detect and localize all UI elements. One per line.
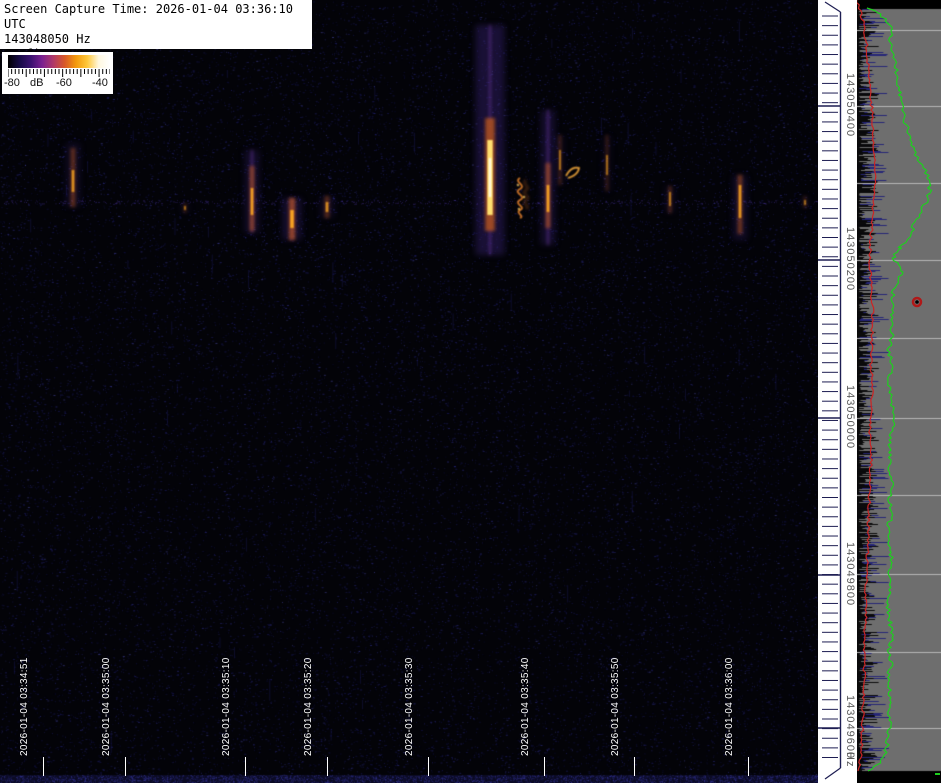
echo-core	[559, 150, 561, 170]
echo-core	[184, 206, 186, 210]
squiggle-bright-dot	[516, 183, 520, 187]
doppler-squiggle	[523, 179, 529, 210]
freq-label: 143049600	[844, 695, 856, 760]
time-tick	[748, 757, 749, 776]
head-echo-hook	[565, 166, 581, 179]
spectrum-marker-center	[915, 300, 919, 304]
waterfall-spectrogram: 2026-01-04 03:34:51 2026-01-04 03:35:00 20…	[0, 0, 818, 783]
echo-core	[546, 185, 550, 212]
scale-label-m40: -40	[92, 77, 108, 89]
time-label: 2026-01-04 03:36:00	[724, 657, 735, 756]
echo-core	[606, 155, 608, 175]
freq-label: 143050400	[844, 73, 856, 138]
time-label: 2026-01-04 03:34:51	[19, 657, 30, 756]
scale-label-m60: -60	[56, 77, 72, 89]
capture-time-text: Screen Capture Time: 2026-01-04 03:36:10…	[4, 2, 293, 31]
echo-core	[71, 170, 75, 192]
echo-core	[325, 202, 329, 212]
axis-spine-top-diagonal	[824, 1, 841, 13]
center-frequency-text: 143048050 Hz	[4, 32, 91, 46]
time-tick	[327, 757, 328, 776]
amplitude-color-scale: -80 dB -60 -40	[2, 52, 113, 94]
time-label: 2026-01-04 03:35:50	[610, 657, 621, 756]
time-label: 2026-01-04 03:35:20	[303, 657, 314, 756]
live-spectrum-panel	[857, 0, 941, 783]
axis-spine-bottom-diagonal	[824, 767, 841, 780]
echo-core	[290, 210, 294, 228]
time-label: 2026-01-04 03:35:10	[221, 657, 232, 756]
echo-core	[738, 185, 742, 218]
time-tick	[43, 757, 44, 776]
squiggle-bright-dot	[517, 207, 521, 211]
spectrum-traces	[857, 0, 940, 775]
echo-core	[250, 188, 254, 215]
squiggle-bright-dot	[522, 195, 526, 199]
time-tick	[245, 757, 246, 776]
scale-label-db: dB	[30, 77, 44, 89]
spectrum-lab-screen-capture: 2026-01-04 03:34:51 2026-01-04 03:35:00 20…	[0, 0, 941, 783]
frequency-axis: 143050400 143050200 143050000 143049800 1430…	[818, 0, 857, 783]
time-tick	[428, 757, 429, 776]
freq-label: 143050000	[844, 385, 856, 450]
time-tick	[634, 757, 635, 776]
echo-core-white	[488, 158, 492, 197]
freq-label: 143050200	[844, 227, 856, 292]
time-label: 2026-01-04 03:35:40	[520, 657, 531, 756]
time-label: 2026-01-04 03:35:00	[101, 657, 112, 756]
current-spectrum-trace	[866, 7, 933, 772]
freq-label: 143049800	[844, 542, 856, 607]
time-tick	[544, 757, 545, 776]
capture-info-box: Screen Capture Time: 2026-01-04 03:36:10…	[0, 0, 312, 61]
green-trace-end-mark	[935, 773, 940, 775]
time-label: 2026-01-04 03:35:30	[404, 657, 415, 756]
scale-label-m80: -80	[4, 77, 20, 89]
echo-core	[669, 192, 671, 206]
echo-core	[804, 200, 806, 205]
averaged-spectrum-trace	[857, 0, 877, 772]
color-gradient-bar	[8, 55, 110, 68]
time-tick	[125, 757, 126, 776]
freq-unit-label: Hz	[844, 752, 856, 768]
color-scale-ruler	[8, 69, 110, 77]
